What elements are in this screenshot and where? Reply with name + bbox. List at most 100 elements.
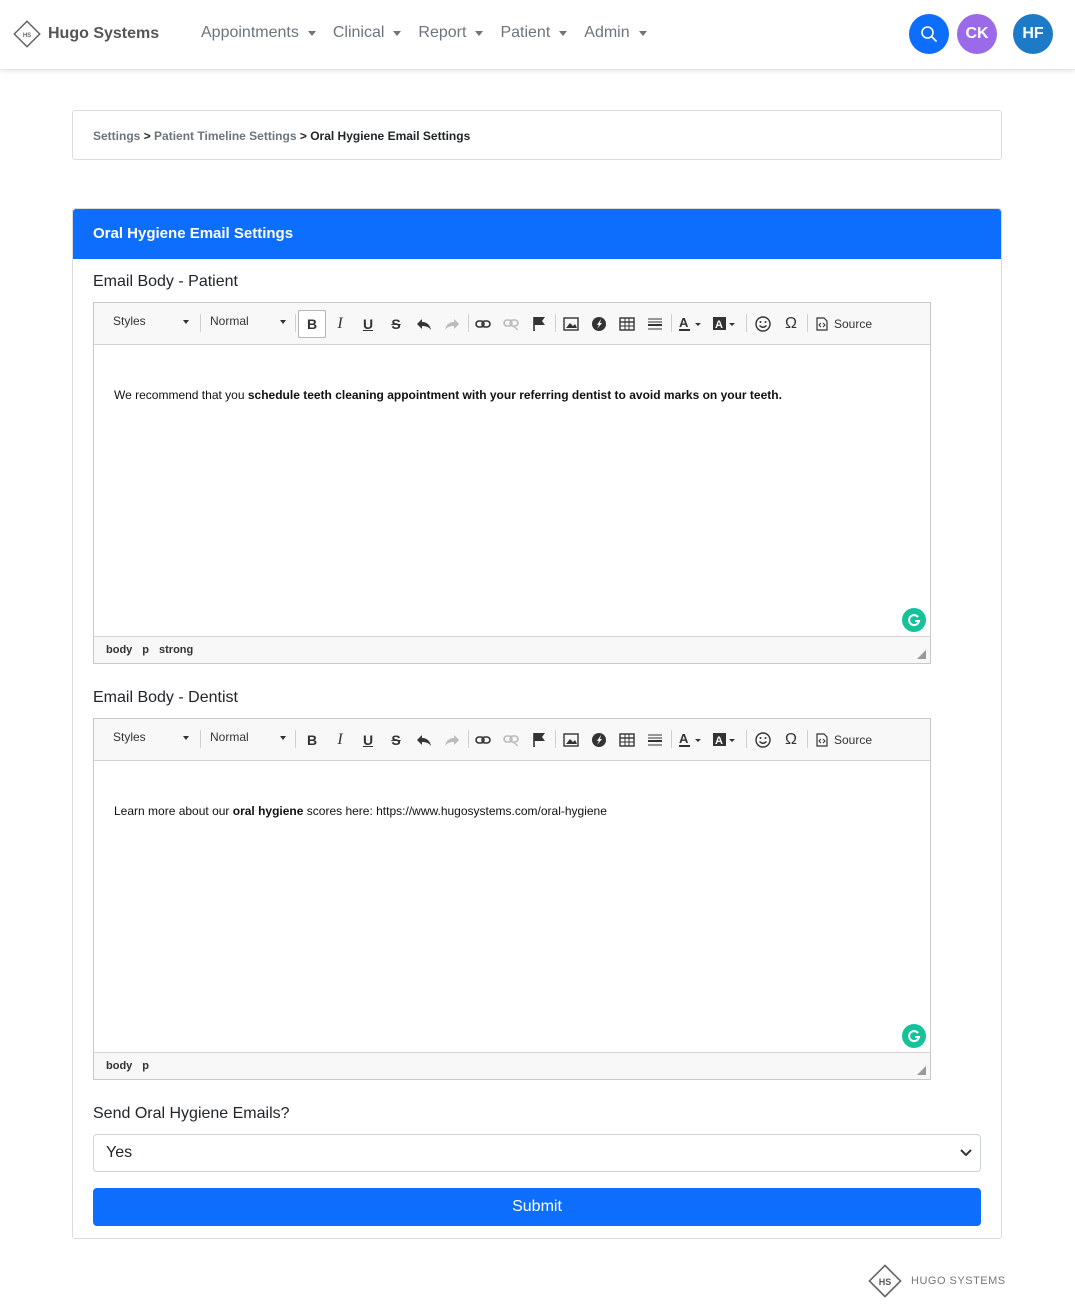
- source-button[interactable]: Source: [816, 728, 876, 752]
- underline-button[interactable]: U: [358, 728, 378, 752]
- chevron-down-icon: [393, 30, 402, 36]
- unlink-button[interactable]: [501, 312, 521, 336]
- nav-report[interactable]: Report: [418, 24, 484, 42]
- bold-button[interactable]: B: [298, 310, 326, 338]
- nav-clinical[interactable]: Clinical: [333, 24, 402, 42]
- grammarly-icon[interactable]: [902, 1024, 926, 1048]
- underline-button[interactable]: U: [358, 312, 378, 336]
- path-item[interactable]: strong: [159, 644, 193, 656]
- patient-email-label: Email Body - Patient: [93, 273, 238, 290]
- settings-card: Oral Hygiene Email Settings Email Body -…: [72, 208, 1002, 1239]
- format-dropdown-label: Normal: [210, 730, 249, 744]
- patient-email-content[interactable]: We recommend that you schedule teeth cle…: [94, 345, 930, 636]
- brand-name: Hugo Systems: [48, 25, 160, 42]
- format-dropdown[interactable]: Normal: [210, 730, 290, 744]
- nav-admin[interactable]: Admin: [584, 24, 647, 42]
- source-button[interactable]: Source: [816, 312, 876, 336]
- text-color-button[interactable]: A: [678, 312, 704, 336]
- emoji-button[interactable]: [753, 728, 773, 752]
- path-item[interactable]: p: [142, 1060, 149, 1072]
- breadcrumb-separator: >: [299, 129, 311, 143]
- link-button[interactable]: [473, 728, 493, 752]
- chevron-down-icon: [280, 736, 286, 740]
- bold-icon: B: [306, 316, 318, 332]
- dentist-email-content[interactable]: Learn more about our oral hygiene scores…: [94, 761, 930, 1052]
- link-button[interactable]: [473, 312, 493, 336]
- table-button[interactable]: [617, 728, 637, 752]
- redo-button[interactable]: [442, 728, 462, 752]
- strikethrough-button[interactable]: S: [386, 728, 406, 752]
- submit-button[interactable]: Submit: [93, 1188, 981, 1226]
- format-dropdown[interactable]: Normal: [210, 314, 290, 328]
- toolbar-divider: [295, 730, 296, 748]
- brand[interactable]: HS Hugo Systems: [12, 19, 159, 49]
- toolbar-divider: [200, 314, 201, 332]
- toolbar-divider: [295, 314, 296, 332]
- dentist-email-bold-text: oral hygiene: [232, 804, 304, 818]
- chevron-down-icon: [638, 30, 647, 36]
- anchor-button[interactable]: [529, 728, 549, 752]
- nav-appointments-label: Appointments: [201, 24, 299, 41]
- image-button[interactable]: [561, 728, 581, 752]
- chevron-down-icon: [960, 1149, 972, 1157]
- bold-button[interactable]: B: [302, 728, 322, 752]
- nav-appointments[interactable]: Appointments: [201, 24, 316, 42]
- search-button[interactable]: [909, 14, 949, 54]
- send-emails-select[interactable]: Yes: [93, 1134, 981, 1172]
- background-color-icon: A: [713, 317, 735, 331]
- styles-dropdown[interactable]: Styles: [113, 730, 193, 744]
- toolbar-divider: [468, 730, 469, 748]
- strikethrough-button[interactable]: S: [386, 312, 406, 336]
- background-color-button[interactable]: A: [712, 728, 738, 752]
- breadcrumb-separator: >: [143, 129, 155, 143]
- special-char-button[interactable]: Ω: [781, 728, 801, 752]
- chevron-down-icon: [183, 320, 189, 324]
- grammarly-icon[interactable]: [902, 608, 926, 632]
- styles-dropdown[interactable]: Styles: [113, 314, 193, 328]
- flash-button[interactable]: [589, 312, 609, 336]
- undo-button[interactable]: [414, 728, 434, 752]
- strikethrough-icon: S: [391, 316, 401, 332]
- background-color-icon: A: [713, 733, 735, 747]
- path-item[interactable]: body: [106, 644, 132, 656]
- resize-handle-icon[interactable]: [917, 1066, 926, 1075]
- image-icon: [563, 733, 579, 747]
- omega-icon: Ω: [785, 315, 797, 332]
- avatar-ck[interactable]: CK: [957, 14, 997, 54]
- anchor-button[interactable]: [529, 312, 549, 336]
- image-button[interactable]: [561, 312, 581, 336]
- horizontal-line-button[interactable]: [645, 312, 665, 336]
- italic-button[interactable]: I: [330, 312, 350, 336]
- breadcrumb-patient-timeline-settings[interactable]: Patient Timeline Settings: [154, 129, 296, 143]
- svg-text:A: A: [679, 316, 689, 330]
- toolbar-divider: [746, 730, 747, 748]
- table-button[interactable]: [617, 312, 637, 336]
- toolbar-divider: [671, 730, 672, 748]
- editor-path-bar: body p: [94, 1052, 930, 1079]
- breadcrumb-settings[interactable]: Settings: [93, 129, 140, 143]
- dentist-email-text: Learn more about our: [114, 804, 233, 818]
- toolbar-divider: [807, 730, 808, 748]
- text-color-button[interactable]: A: [678, 728, 704, 752]
- editor-toolbar: Styles Normal B I U S A A Ω Source: [94, 303, 930, 345]
- flash-button[interactable]: [589, 728, 609, 752]
- smiley-icon: [755, 732, 771, 748]
- chevron-down-icon: [559, 30, 568, 36]
- background-color-button[interactable]: A: [712, 312, 738, 336]
- toolbar-divider: [555, 730, 556, 748]
- unlink-button[interactable]: [501, 728, 521, 752]
- horizontal-line-button[interactable]: [645, 728, 665, 752]
- undo-button[interactable]: [414, 312, 434, 336]
- italic-button[interactable]: I: [330, 728, 350, 752]
- nav-patient[interactable]: Patient: [500, 24, 568, 42]
- emoji-button[interactable]: [753, 312, 773, 336]
- path-item[interactable]: body: [106, 1060, 132, 1072]
- resize-handle-icon[interactable]: [917, 650, 926, 659]
- top-navbar: HS Hugo Systems Appointments Clinical Re…: [0, 0, 1075, 70]
- special-char-button[interactable]: Ω: [781, 312, 801, 336]
- table-icon: [619, 317, 635, 331]
- chevron-down-icon: [280, 320, 286, 324]
- path-item[interactable]: p: [142, 644, 149, 656]
- avatar-hf[interactable]: HF: [1013, 14, 1053, 54]
- redo-button[interactable]: [442, 312, 462, 336]
